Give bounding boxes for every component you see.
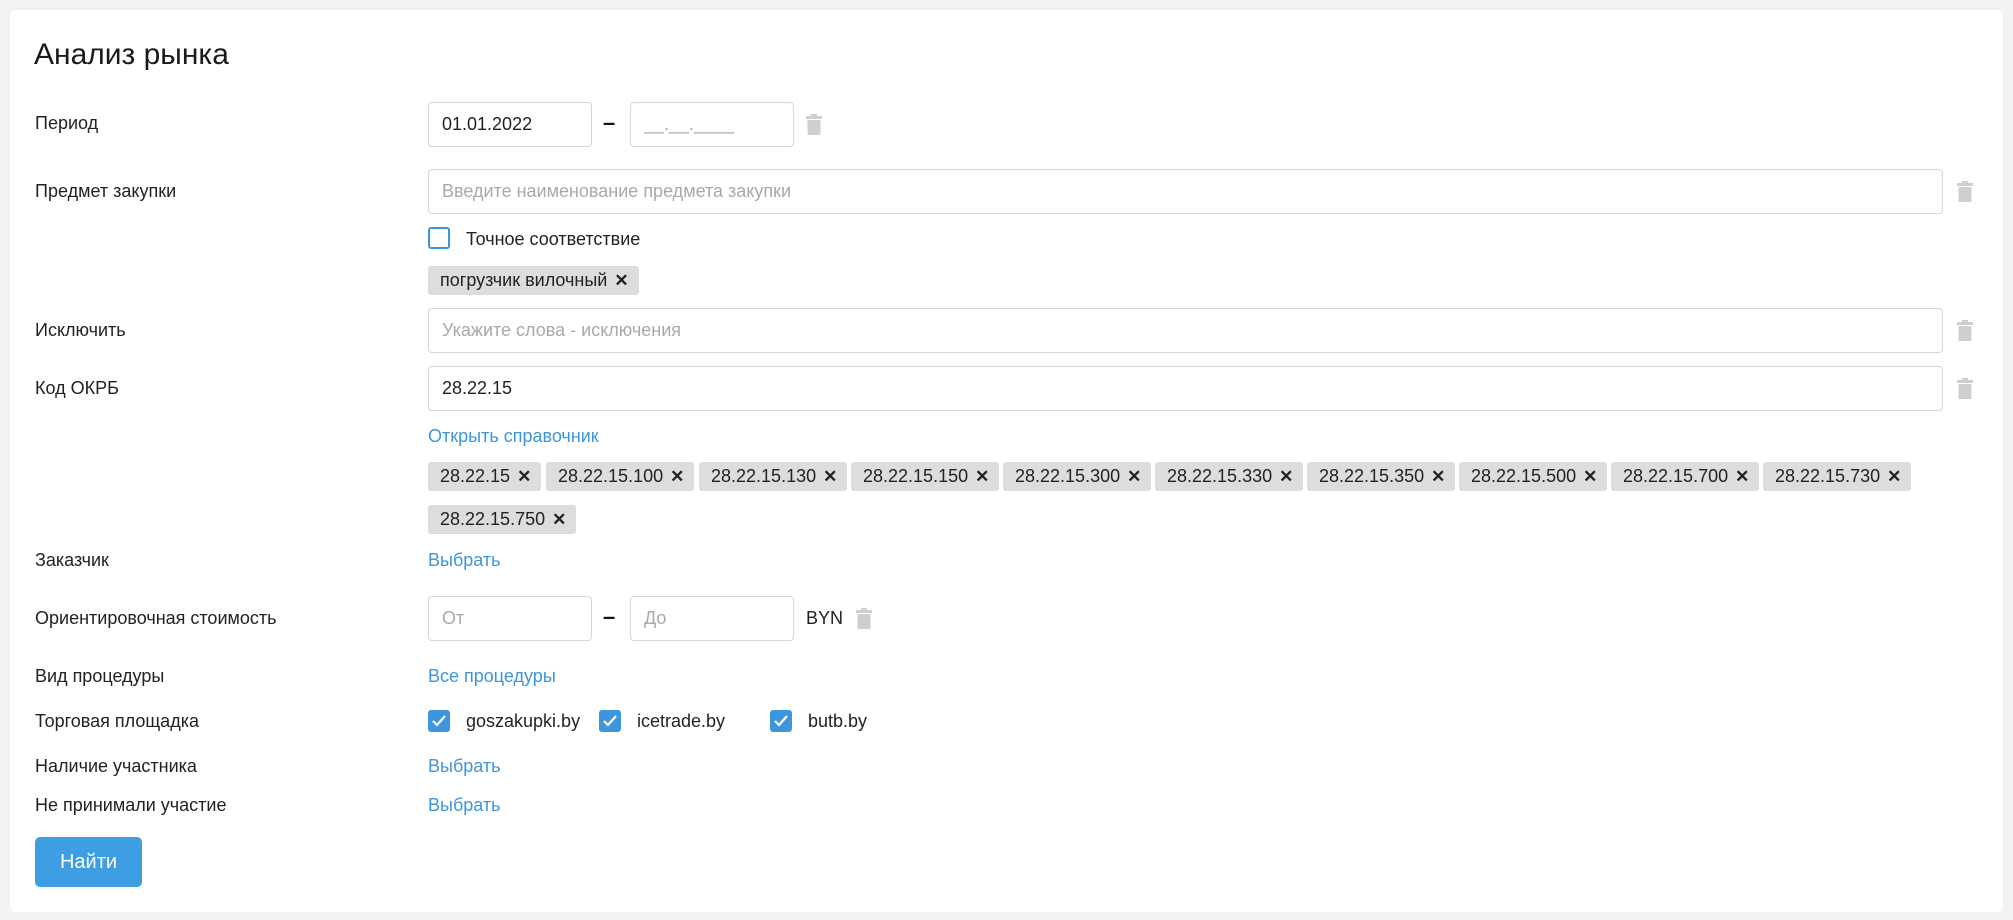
close-icon[interactable]: ✕ [823, 467, 837, 486]
period-from-input[interactable] [428, 102, 592, 147]
platform-butb-checkbox[interactable] [770, 710, 792, 732]
platform-goszakupki-checkbox[interactable] [428, 710, 450, 732]
participant-label: Наличие участника [35, 756, 197, 776]
not-participated-select-link[interactable]: Выбрать [428, 795, 501, 816]
okrb-tag-label: 28.22.15.350 [1319, 466, 1425, 486]
trash-icon[interactable] [856, 608, 872, 629]
close-icon[interactable]: ✕ [1735, 467, 1749, 486]
search-button[interactable]: Найти [35, 837, 142, 887]
okrb-tag: 28.22.15.150 ✕ [851, 462, 1000, 491]
close-icon[interactable]: ✕ [614, 271, 628, 290]
page-title: Анализ рынка [34, 38, 229, 71]
exact-match-label: Точное соответствие [466, 229, 641, 249]
close-icon[interactable]: ✕ [1887, 467, 1901, 486]
okrb-input[interactable] [428, 366, 1943, 411]
exclude-input[interactable] [428, 308, 1943, 353]
exclude-label: Исключить [35, 320, 126, 340]
cost-to-input[interactable] [630, 596, 794, 641]
platform-goszakupki-label: goszakupki.by [466, 711, 581, 731]
close-icon[interactable]: ✕ [1127, 467, 1141, 486]
check-icon [774, 715, 788, 727]
procedure-label: Вид процедуры [35, 666, 165, 686]
subject-input[interactable] [428, 169, 1943, 214]
exact-match-checkbox[interactable] [428, 227, 450, 249]
okrb-tag-label: 28.22.15.300 [1015, 466, 1121, 486]
close-icon[interactable]: ✕ [1279, 467, 1293, 486]
trash-icon[interactable] [1957, 320, 1973, 341]
okrb-tag: 28.22.15.750 ✕ [428, 505, 577, 534]
okrb-tag: 28.22.15.730 ✕ [1763, 462, 1912, 491]
open-directory-link[interactable]: Открыть справочник [428, 426, 599, 447]
trash-icon[interactable] [806, 114, 822, 135]
okrb-tag-label: 28.22.15.750 [440, 509, 546, 529]
okrb-tag: 28.22.15.330 ✕ [1155, 462, 1304, 491]
okrb-tag: 28.22.15.100 ✕ [546, 462, 695, 491]
cost-separator: – [603, 604, 616, 629]
period-label: Период [35, 113, 99, 133]
platform-label: Торговая площадка [35, 711, 199, 731]
period-to-input[interactable] [630, 102, 794, 147]
check-icon [603, 715, 617, 727]
market-analysis-form [10, 10, 2003, 912]
okrb-tag-label: 28.22.15.100 [558, 466, 664, 486]
close-icon[interactable]: ✕ [552, 510, 566, 529]
participant-select-link[interactable]: Выбрать [428, 756, 501, 777]
close-icon[interactable]: ✕ [1431, 467, 1445, 486]
trash-icon[interactable] [1957, 378, 1973, 399]
okrb-tag-label: 28.22.15.700 [1623, 466, 1729, 486]
platform-icetrade-checkbox[interactable] [599, 710, 621, 732]
platform-butb-label: butb.by [808, 711, 868, 731]
check-icon [432, 715, 446, 727]
okrb-tag: 28.22.15.300 ✕ [1003, 462, 1152, 491]
okrb-tag-label: 28.22.15.730 [1775, 466, 1881, 486]
okrb-tag-label: 28.22.15.500 [1471, 466, 1577, 486]
okrb-tag-label: 28.22.15.130 [711, 466, 817, 486]
okrb-label: Код ОКРБ [35, 378, 119, 398]
okrb-tag: 28.22.15.500 ✕ [1459, 462, 1608, 491]
not-participated-label: Не принимали участие [35, 795, 227, 815]
close-icon[interactable]: ✕ [975, 467, 989, 486]
period-separator: – [603, 110, 616, 135]
okrb-tag: 28.22.15.700 ✕ [1611, 462, 1760, 491]
okrb-tag-label: 28.22.15.330 [1167, 466, 1273, 486]
cost-label: Ориентировочная стоимость [35, 608, 277, 628]
close-icon[interactable]: ✕ [517, 467, 531, 486]
subject-tag-label: погрузчик вилочный [440, 270, 608, 290]
okrb-tag: 28.22.15 ✕ [428, 462, 542, 491]
currency-label: BYN [806, 608, 844, 628]
close-icon[interactable]: ✕ [670, 467, 684, 486]
close-icon[interactable]: ✕ [1583, 467, 1597, 486]
okrb-tag: 28.22.15.350 ✕ [1307, 462, 1456, 491]
platform-icetrade-label: icetrade.by [637, 711, 726, 731]
cost-from-input[interactable] [428, 596, 592, 641]
okrb-tag-label: 28.22.15 [440, 466, 511, 486]
okrb-tag: 28.22.15.130 ✕ [699, 462, 848, 491]
customer-select-link[interactable]: Выбрать [428, 550, 501, 571]
okrb-tag-label: 28.22.15.150 [863, 466, 969, 486]
customer-label: Заказчик [35, 550, 109, 570]
trash-icon[interactable] [1957, 181, 1973, 202]
subject-tag: погрузчик вилочный ✕ [428, 266, 639, 295]
procedure-select-link[interactable]: Все процедуры [428, 666, 556, 687]
subject-label: Предмет закупки [35, 181, 177, 201]
